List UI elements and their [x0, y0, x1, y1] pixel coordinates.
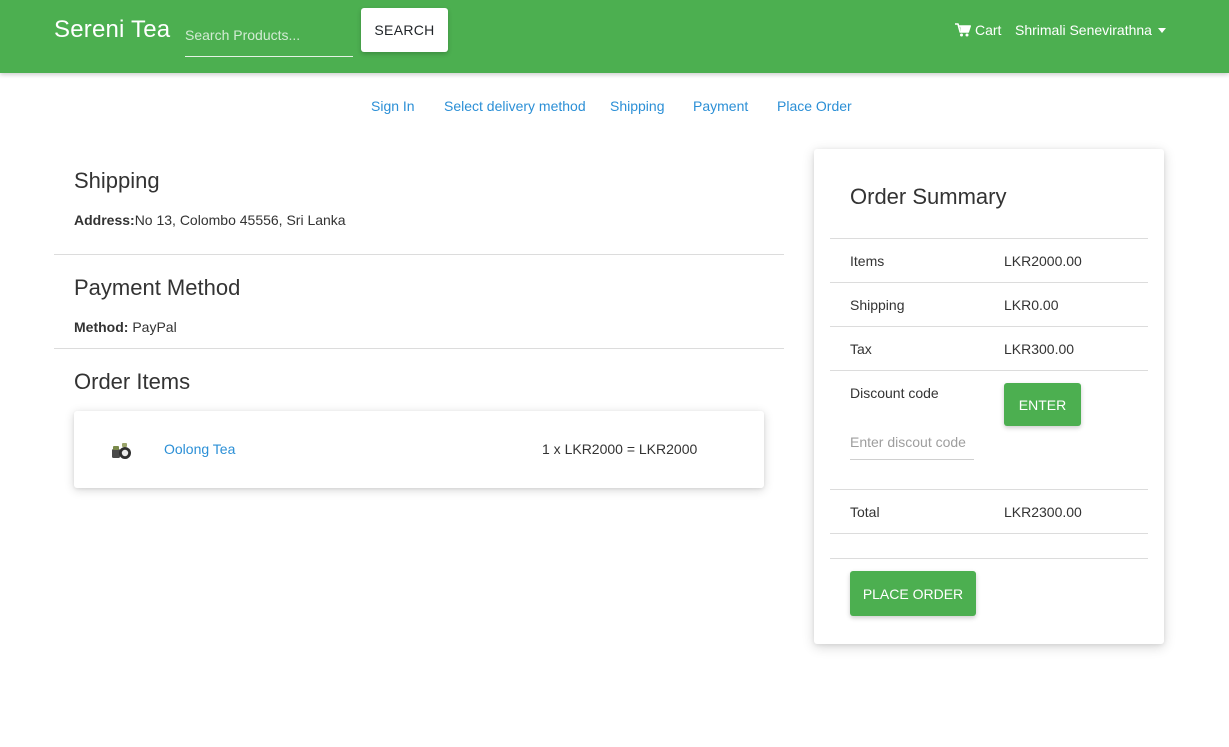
shipping-address: Address:No 13, Colombo 45556, Sri Lanka: [74, 212, 346, 228]
method-value: PayPal: [132, 319, 177, 335]
step-select-delivery-method[interactable]: Select delivery method: [444, 98, 586, 114]
shipping-value: LKR0.00: [1004, 297, 1059, 313]
place-order-button[interactable]: PLACE ORDER: [850, 571, 976, 616]
step-payment[interactable]: Payment: [693, 98, 748, 114]
step-shipping[interactable]: Shipping: [610, 98, 665, 114]
shipping-title: Shipping: [74, 168, 160, 193]
caret-down-icon: [1157, 27, 1166, 33]
summary-divider: [830, 326, 1148, 327]
items-label: Items: [850, 253, 885, 269]
total-value: LKR2300.00: [1004, 504, 1082, 520]
summary-divider: [830, 533, 1148, 534]
summary-divider: [830, 282, 1148, 283]
user-menu-dropdown[interactable]: Shrimali Senevirathna: [1015, 22, 1166, 38]
checkout-steps: Sign In Select delivery method Shipping …: [0, 98, 1229, 118]
order-summary-title: Order Summary: [850, 184, 1007, 209]
shopping-cart-icon: [955, 23, 971, 37]
search-input[interactable]: [185, 14, 353, 57]
brand-logo[interactable]: Sereni Tea: [54, 16, 170, 44]
discount-code-input[interactable]: [850, 425, 974, 460]
order-item-card: Oolong Tea 1 x LKR2000 = LKR2000: [74, 411, 764, 488]
shipping-label: Shipping: [850, 297, 905, 313]
cart-label: Cart: [975, 22, 1002, 38]
summary-divider: [830, 238, 1148, 239]
item-price-line: 1 x LKR2000 = LKR2000: [542, 441, 698, 457]
discount-code-label: Discount code: [850, 385, 939, 401]
payment-method: Method: PayPal: [74, 319, 177, 335]
tax-value: LKR300.00: [1004, 341, 1075, 357]
tax-label: Tax: [850, 341, 872, 357]
order-summary-card: Order Summary Items LKR2000.00 Shipping …: [814, 149, 1164, 644]
order-items-title: Order Items: [74, 369, 191, 394]
top-navbar: Sereni Tea SEARCH Cart Shrimali Senevira…: [0, 0, 1229, 73]
items-value: LKR2000.00: [1004, 253, 1082, 269]
summary-divider: [830, 489, 1148, 490]
total-label: Total: [850, 504, 880, 520]
user-name: Shrimali Senevirathna: [1015, 22, 1152, 38]
tea-product-thumbnail: [110, 438, 134, 462]
address-label: Address:: [74, 212, 135, 228]
item-name-link[interactable]: Oolong Tea: [164, 441, 235, 457]
search-button[interactable]: SEARCH: [361, 8, 448, 52]
payment-method-title: Payment Method: [74, 275, 241, 300]
section-divider: [54, 254, 784, 255]
step-sign-in[interactable]: Sign In: [371, 98, 415, 114]
step-place-order[interactable]: Place Order: [777, 98, 852, 114]
address-value: No 13, Colombo 45556, Sri Lanka: [134, 212, 346, 228]
summary-divider: [830, 558, 1148, 559]
enter-discount-button[interactable]: ENTER: [1004, 383, 1081, 426]
section-divider: [54, 348, 784, 349]
method-label: Method:: [74, 319, 129, 335]
summary-divider: [830, 370, 1148, 371]
cart-link[interactable]: Cart: [955, 22, 1001, 38]
